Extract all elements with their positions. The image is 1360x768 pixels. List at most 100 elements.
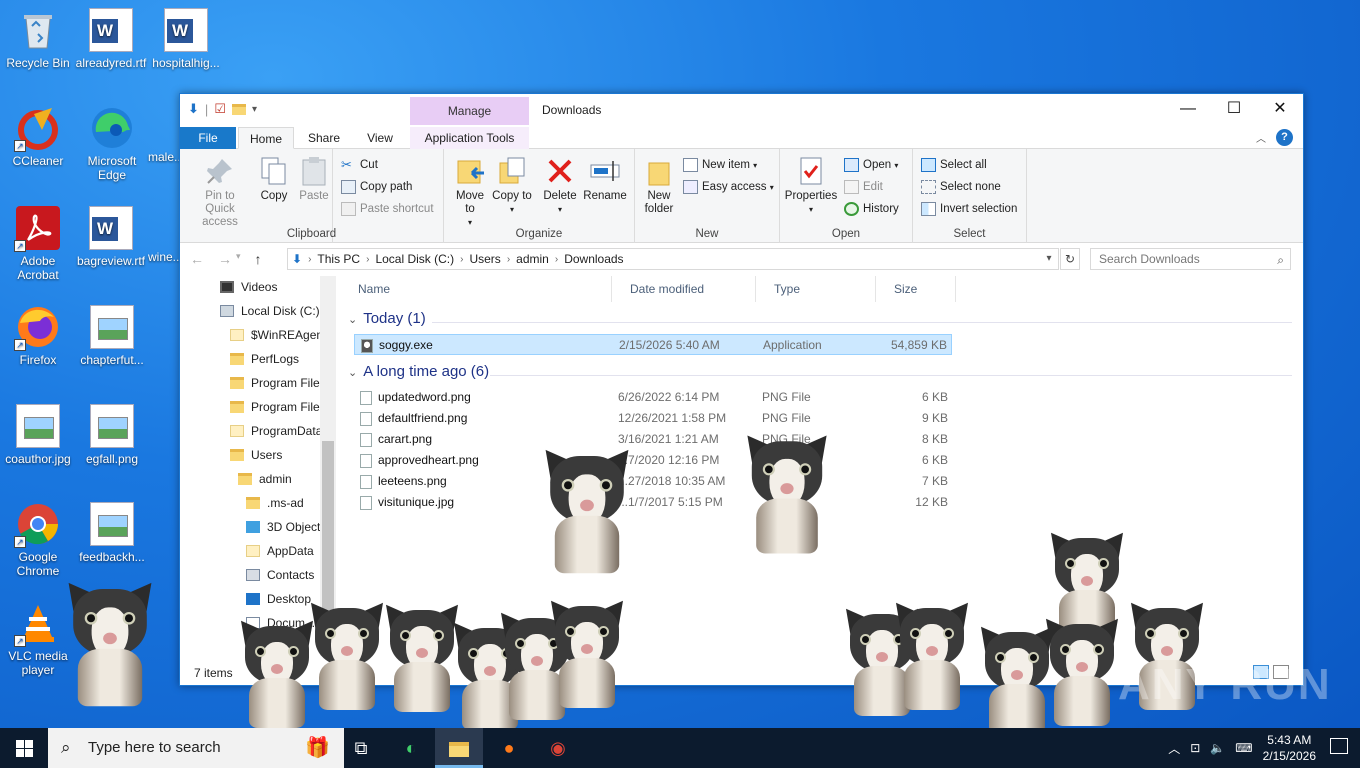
customize-qat-chevron-icon[interactable]: ▾ xyxy=(252,104,257,115)
paste-button[interactable]: Paste xyxy=(296,155,332,203)
table-row[interactable]: defaultfriend.png 12/26/2021 1:58 PM PNG… xyxy=(354,408,952,429)
copy-button[interactable]: Copy xyxy=(256,155,292,203)
desktop-icon-recycle-bin[interactable]: Recycle Bin xyxy=(0,8,76,70)
nav-item-winreagent[interactable]: $WinREAgent xyxy=(230,324,326,346)
forward-arrow-icon[interactable]: → xyxy=(218,251,232,267)
address-history-chevron-icon[interactable]: ▾ xyxy=(1040,249,1058,269)
breadcrumb-admin[interactable]: admin xyxy=(516,252,549,266)
tab-file[interactable]: File xyxy=(180,127,236,149)
breadcrumb-local-disk[interactable]: Local Disk (C:) xyxy=(375,252,454,266)
help-icon[interactable]: ? xyxy=(1276,129,1293,146)
desktop-icon-coauthor[interactable]: coauthor.jpg xyxy=(0,404,76,466)
down-arrow-icon[interactable]: ⬇ xyxy=(188,101,199,117)
manage-contextual-tab[interactable]: Manage xyxy=(410,97,529,125)
desktop-icon-edge[interactable]: Microsoft Edge xyxy=(74,106,150,182)
nav-item-contacts[interactable]: Contacts xyxy=(246,564,314,586)
nav-item-3d-objects[interactable]: 3D Objects xyxy=(246,516,326,538)
table-row[interactable]: soggy.exe 2/15/2026 5:40 AM Application … xyxy=(354,334,952,355)
maximize-button[interactable]: ☐ xyxy=(1211,94,1257,124)
nav-item-local-disk[interactable]: Local Disk (C:) xyxy=(220,300,320,322)
easy-access-button[interactable]: Easy access ▾ xyxy=(683,177,774,197)
column-header-name[interactable]: Name xyxy=(340,276,612,302)
column-header-date-modified[interactable]: Date modified xyxy=(612,276,756,302)
nav-item-admin[interactable]: admin xyxy=(238,468,292,490)
group-header-today[interactable]: ⌄ Today (1) xyxy=(348,310,426,327)
breadcrumb-this-pc[interactable]: This PC xyxy=(317,252,360,266)
taskbar-edge-icon[interactable]: ◐ xyxy=(387,728,435,768)
move-to-button[interactable]: Move to ▾ xyxy=(450,155,490,229)
network-icon[interactable]: ⊡ xyxy=(1190,741,1200,755)
address-breadcrumb[interactable]: ⬇ › This PC › Local Disk (C:) › Users › … xyxy=(287,248,1059,270)
table-row[interactable]: visitunique.jpg ...1/7/2017 5:15 PM 12 K… xyxy=(354,492,952,513)
desktop-icon-acrobat[interactable]: ↗ Adobe Acrobat xyxy=(0,206,76,282)
table-row[interactable]: carart.png 3/16/2021 1:21 AM PNG File 8 … xyxy=(354,429,952,450)
notifications-icon[interactable] xyxy=(1330,738,1348,754)
paste-shortcut-button[interactable]: Paste shortcut xyxy=(341,199,434,219)
table-row[interactable]: leeteens.png ...27/2018 10:35 AM 7 KB xyxy=(354,471,952,492)
column-header-size[interactable]: Size xyxy=(876,276,956,302)
desktop-icon-alreadyred[interactable]: alreadyred.rtf xyxy=(73,8,149,70)
desktop-icon-bagreview[interactable]: bagreview.rtf xyxy=(73,206,149,268)
table-row[interactable]: approvedheart.png ...7/2020 12:16 PM 6 K… xyxy=(354,450,952,471)
rename-button[interactable]: Rename xyxy=(582,155,628,203)
properties-button[interactable]: Properties ▾ xyxy=(782,155,840,216)
select-all-button[interactable]: Select all xyxy=(921,155,987,175)
nav-item-program-files[interactable]: Program Files xyxy=(230,372,326,394)
breadcrumb-separator-icon[interactable]: › xyxy=(507,254,510,265)
pin-to-quick-access-button[interactable]: Pin to Quick access xyxy=(186,155,254,229)
breadcrumb-separator-icon[interactable]: › xyxy=(460,254,463,265)
nav-item-users[interactable]: Users xyxy=(230,444,282,466)
collapse-ribbon-chevron-icon[interactable]: ︿ xyxy=(1256,130,1266,145)
copy-path-button[interactable]: Copy path xyxy=(341,177,412,197)
nav-item-programdata[interactable]: ProgramData xyxy=(230,420,322,442)
volume-icon[interactable]: 🔈 xyxy=(1210,741,1225,755)
nav-item-appdata[interactable]: AppData xyxy=(246,540,314,562)
tab-home[interactable]: Home xyxy=(238,127,294,149)
back-arrow-icon[interactable]: ← xyxy=(190,251,204,267)
new-folder-qat-icon[interactable] xyxy=(231,103,246,115)
clock[interactable]: 5:43 AM 2/15/2026 xyxy=(1263,732,1316,764)
desktop-icon-chapterfut[interactable]: chapterfut... xyxy=(74,305,150,367)
invert-selection-button[interactable]: Invert selection xyxy=(921,199,1017,219)
show-hidden-icons-chevron-icon[interactable]: ︿ xyxy=(1168,740,1180,757)
column-header-type[interactable]: Type xyxy=(756,276,876,302)
tab-view[interactable]: View xyxy=(352,127,408,149)
new-item-button[interactable]: New item ▾ xyxy=(683,155,757,175)
nav-item-ms-ad[interactable]: .ms-ad xyxy=(246,492,304,514)
breadcrumb-separator-icon[interactable]: › xyxy=(366,254,369,265)
table-row[interactable]: updatedword.png 6/26/2022 6:14 PM PNG Fi… xyxy=(354,387,952,408)
breadcrumb-separator-icon[interactable]: › xyxy=(308,254,311,265)
desktop-icon-hospitalhig[interactable]: hospitalhig... xyxy=(148,8,224,70)
breadcrumb-users[interactable]: Users xyxy=(469,252,500,266)
tab-share[interactable]: Share xyxy=(296,127,352,149)
taskbar-file-explorer-icon[interactable] xyxy=(435,728,483,768)
ime-icon[interactable]: ⌨ xyxy=(1235,741,1252,755)
copy-to-button[interactable]: Copy to ▾ xyxy=(492,155,532,216)
nav-item-program-files-x86[interactable]: Program Files xyxy=(230,396,326,418)
start-button[interactable] xyxy=(0,728,48,768)
up-arrow-icon[interactable]: ↑ xyxy=(255,251,262,267)
search-input[interactable]: Search Downloads ⌕ xyxy=(1090,248,1291,270)
breadcrumb-downloads[interactable]: Downloads xyxy=(564,252,623,266)
close-button[interactable]: ✕ xyxy=(1257,94,1303,124)
edit-button[interactable]: Edit xyxy=(844,177,883,197)
open-button[interactable]: Open ▾ xyxy=(844,155,898,175)
desktop-icon-feedbackh[interactable]: feedbackh... xyxy=(74,502,150,564)
nav-item-desktop[interactable]: Desktop xyxy=(246,588,311,610)
nav-item-perflogs[interactable]: PerfLogs xyxy=(230,348,299,370)
breadcrumb-separator-icon[interactable]: › xyxy=(555,254,558,265)
select-none-button[interactable]: Select none xyxy=(921,177,1001,197)
minimize-button[interactable]: — xyxy=(1165,94,1211,124)
delete-button[interactable]: Delete ▾ xyxy=(540,155,580,216)
desktop-icon-egfall[interactable]: egfall.png xyxy=(74,404,150,466)
history-button[interactable]: History xyxy=(844,199,899,219)
task-view-icon[interactable]: ⧉ xyxy=(337,728,385,768)
taskbar-search-input[interactable]: ⌕ Type here to search 🎁 xyxy=(48,728,344,768)
recent-locations-chevron-icon[interactable]: ▾ xyxy=(236,251,241,267)
tab-application-tools[interactable]: Application Tools xyxy=(410,127,529,149)
desktop-icon-ccleaner[interactable]: ↗ CCleaner xyxy=(0,106,76,168)
desktop-icon-firefox[interactable]: ↗ Firefox xyxy=(0,305,76,367)
new-folder-button[interactable]: New folder xyxy=(639,155,679,216)
taskbar-chrome-icon[interactable]: ◉ xyxy=(534,728,582,768)
properties-check-icon[interactable]: ☑ xyxy=(214,101,226,117)
